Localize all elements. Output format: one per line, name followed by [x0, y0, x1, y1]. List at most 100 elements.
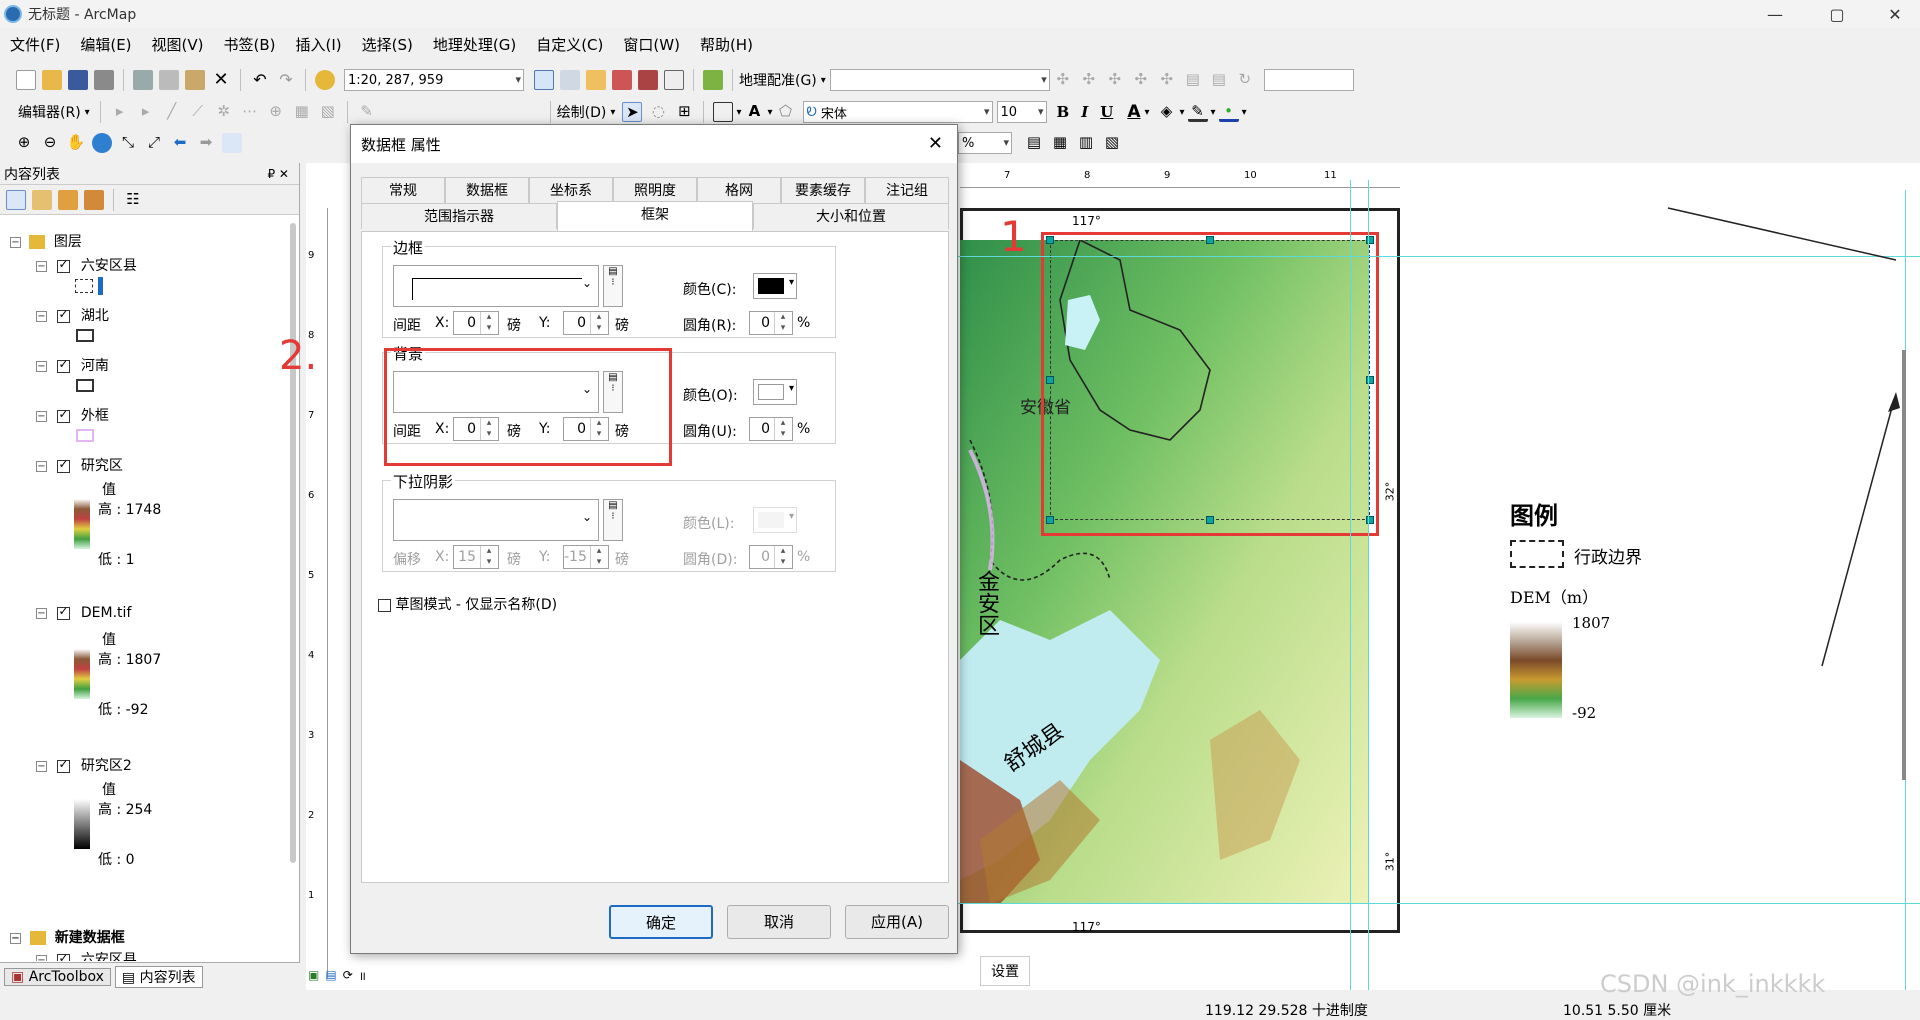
- tab-toc[interactable]: ▤ 内容列表: [114, 965, 203, 988]
- background-color-picker[interactable]: ▾: [753, 379, 797, 405]
- fixed-zoom-out-icon[interactable]: ⤢: [144, 133, 164, 153]
- refresh-icon[interactable]: ⟳: [343, 968, 353, 982]
- collapse-icon[interactable]: −: [36, 310, 47, 322]
- layer-visibility-checkbox[interactable]: [57, 257, 71, 273]
- collapse-icon[interactable]: −: [36, 460, 47, 472]
- text-icon[interactable]: A: [744, 102, 764, 122]
- background-rounding-spinner[interactable]: 0: [749, 417, 793, 441]
- cancel-button[interactable]: 取消: [727, 905, 831, 939]
- select-elements-icon[interactable]: ➤: [622, 102, 643, 122]
- sketch-icon[interactable]: ▧: [318, 102, 338, 122]
- data-view-button[interactable]: ▣: [308, 968, 319, 982]
- tab-coordinate-system[interactable]: 坐标系: [529, 177, 613, 203]
- toc-layer-dem[interactable]: − DEM.tif: [36, 604, 131, 621]
- change-layout-icon[interactable]: ▥: [1076, 133, 1096, 153]
- menu-selection[interactable]: 选择(S): [352, 34, 423, 55]
- polygon-symbol[interactable]: [76, 329, 94, 342]
- border-color-picker[interactable]: ▾: [753, 273, 797, 299]
- toc-layer-liuan-2[interactable]: − 六安区县: [36, 949, 137, 961]
- georef-tool-icon[interactable]: ✣: [1131, 70, 1151, 90]
- toc-new-dataframe[interactable]: − 新建数据框: [10, 927, 125, 947]
- layer-visibility-checkbox[interactable]: [57, 951, 71, 961]
- marker-color-icon[interactable]: •: [1218, 102, 1239, 122]
- boundary-symbol[interactable]: [75, 279, 93, 293]
- data-driven-pages-icon[interactable]: ▧: [1102, 133, 1122, 153]
- tab-dataframe[interactable]: 数据框: [445, 177, 529, 203]
- toc-layer-henan[interactable]: − 河南: [36, 355, 109, 375]
- options-icon[interactable]: ☷: [123, 190, 143, 210]
- georef-tool-icon[interactable]: ✣: [1157, 70, 1177, 90]
- add-data-icon[interactable]: [315, 70, 335, 90]
- tab-illumination[interactable]: 照明度: [613, 177, 697, 203]
- georef-tool-icon[interactable]: ▤: [1183, 70, 1203, 90]
- maximize-button[interactable]: ▢: [1814, 0, 1860, 28]
- border-gap-y-spinner[interactable]: 0: [563, 311, 609, 335]
- shadow-offset-y-spinner[interactable]: -15: [563, 545, 609, 569]
- dialog-close-button[interactable]: ✕: [928, 133, 943, 154]
- line-color-icon[interactable]: ✎: [1187, 102, 1208, 122]
- menu-bookmarks[interactable]: 书签(B): [214, 34, 286, 55]
- zoom-out-icon[interactable]: ⊖: [40, 133, 60, 153]
- straight-segment-icon[interactable]: ╱: [162, 102, 182, 122]
- edit-vertices-icon[interactable]: ⬠: [776, 102, 796, 122]
- tab-general[interactable]: 常规: [361, 177, 445, 203]
- layer-visibility-checkbox[interactable]: [57, 357, 71, 373]
- toc-layer-hubei[interactable]: − 湖北: [36, 305, 109, 325]
- shadow-symbol-button[interactable]: ▤ ⁝: [603, 499, 623, 541]
- list-by-selection-icon[interactable]: [84, 189, 104, 210]
- toc-scrollbar[interactable]: [290, 223, 296, 863]
- edit-properties-icon[interactable]: ✎: [357, 102, 377, 122]
- layout-page-icon[interactable]: ▤: [1024, 133, 1044, 153]
- new-icon[interactable]: [16, 70, 36, 90]
- draft-mode-option[interactable]: 草图模式 - 仅显示名称(D): [378, 594, 557, 614]
- rotate-icon[interactable]: ⊕: [266, 102, 286, 122]
- collapse-icon[interactable]: −: [36, 607, 47, 619]
- search-window-icon[interactable]: [612, 70, 632, 90]
- collapse-icon[interactable]: −: [36, 360, 47, 372]
- color-ramp[interactable]: [74, 799, 90, 849]
- georef-menu[interactable]: 地理配准(G): [739, 70, 817, 90]
- menu-customize[interactable]: 自定义(C): [526, 34, 613, 55]
- tab-annotation-groups[interactable]: 注记组: [865, 177, 949, 203]
- zoom-in-icon[interactable]: ⊕: [14, 133, 34, 153]
- border-symbol-button[interactable]: ▤ ⁝: [603, 265, 623, 307]
- select-features-icon[interactable]: [222, 133, 242, 153]
- undo-icon[interactable]: ↶: [250, 70, 270, 90]
- model-builder-icon[interactable]: [703, 70, 723, 90]
- rectangle-icon[interactable]: [713, 102, 734, 122]
- list-by-drawing-order-icon[interactable]: [6, 189, 26, 210]
- paste-icon[interactable]: [185, 70, 205, 90]
- toc-layer-study[interactable]: − 研究区: [36, 455, 123, 475]
- scale-combo[interactable]: 1:20, 287, 959 ▾: [344, 69, 524, 91]
- attributes-icon[interactable]: ▦: [292, 102, 312, 122]
- minimize-button[interactable]: —: [1752, 0, 1798, 28]
- layout-data-icon[interactable]: ▦: [1050, 133, 1070, 153]
- bold-button[interactable]: B: [1057, 103, 1070, 121]
- tab-extent-indicators[interactable]: 范围指示器: [361, 203, 557, 229]
- shadow-style-selector[interactable]: ⌄: [393, 499, 599, 541]
- close-window-button[interactable]: ✕: [1872, 0, 1918, 28]
- split-icon[interactable]: ⋯: [240, 102, 260, 122]
- print-icon[interactable]: [94, 70, 114, 90]
- tab-arctoolbox[interactable]: ▣ ArcToolbox: [4, 967, 111, 986]
- save-icon[interactable]: [68, 70, 88, 90]
- pause-icon[interactable]: ॥: [359, 967, 366, 984]
- toc-pin-close[interactable]: ₽ ✕: [267, 167, 289, 181]
- shadow-offset-x-spinner[interactable]: 15: [453, 545, 499, 569]
- arctoolbox-icon[interactable]: [638, 70, 658, 90]
- collapse-icon[interactable]: −: [36, 260, 47, 272]
- font-combo[interactable]: Ꭷ 宋体 ▾: [802, 101, 993, 123]
- collapse-icon[interactable]: −: [36, 410, 47, 422]
- border-style-selector[interactable]: ⌄: [393, 265, 599, 307]
- collapse-icon[interactable]: −: [10, 236, 21, 248]
- menu-edit[interactable]: 编辑(E): [70, 34, 141, 55]
- zoom-to-selected-icon[interactable]: ⊞: [674, 102, 694, 122]
- delete-icon[interactable]: ✕: [211, 70, 231, 90]
- menu-windows[interactable]: 窗口(W): [613, 34, 690, 55]
- shadow-rounding-spinner[interactable]: 0: [749, 545, 793, 569]
- layout-scrollbar[interactable]: [1902, 350, 1906, 780]
- collapse-icon[interactable]: −: [36, 954, 47, 961]
- ok-button[interactable]: 确定: [609, 905, 713, 939]
- georef-tool-icon[interactable]: ✣: [1053, 70, 1073, 90]
- georef-tool-icon[interactable]: ▤: [1209, 70, 1229, 90]
